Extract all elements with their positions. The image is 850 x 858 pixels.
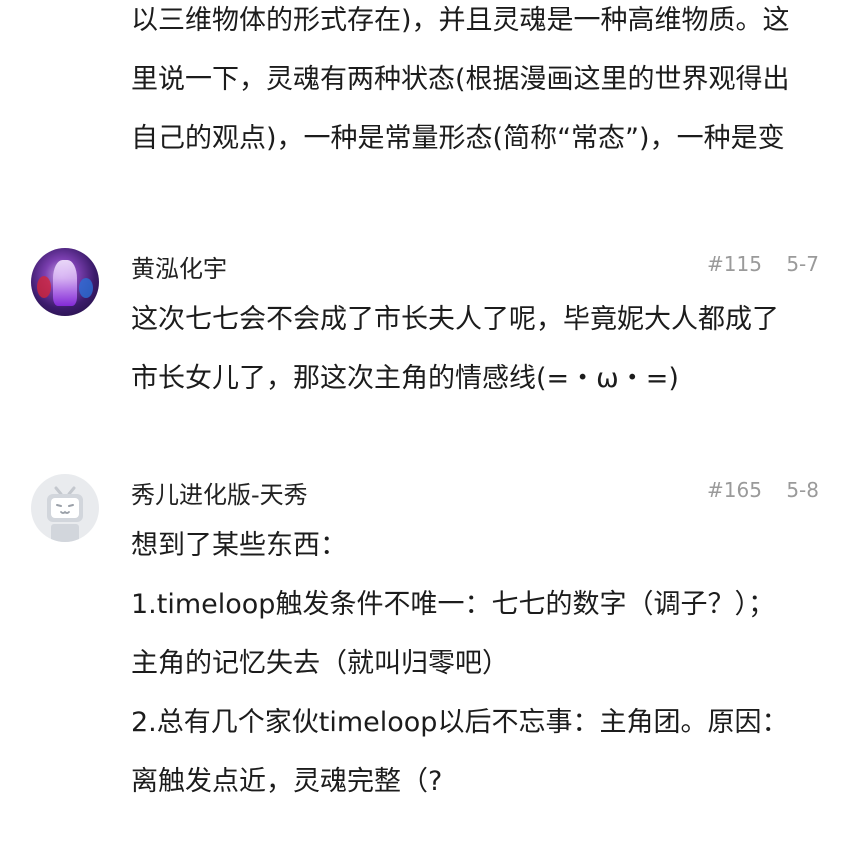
comment-line: 2.总有几个家伙timeloop以后不忘事：主角团。原因： <box>131 707 789 738</box>
avatar-art-red <box>37 276 51 298</box>
floor-number: #115 <box>707 252 762 276</box>
comment-date: 5-8 <box>786 478 819 502</box>
avatar-art-blue <box>79 278 93 298</box>
comment-line: 1.timeloop触发条件不唯一：七七的数字（调子？）； <box>131 589 775 620</box>
post-line: 里说一下，灵魂有两种状态(根据漫画这里的世界观得出 <box>131 64 790 95</box>
avatar[interactable] <box>31 248 99 316</box>
comment-line: 这次七七会不会成了市长夫人了呢，毕竟妮大人都成了 <box>131 304 779 335</box>
bilibili-tv-icon <box>47 486 83 542</box>
comment-line: 市长女儿了，那这次主角的情感线(=・ω・=) <box>131 363 679 394</box>
comment-line: 想到了某些东西： <box>131 530 347 561</box>
post-line: 以三维物体的形式存在)，并且灵魂是一种高维物质。这 <box>131 5 790 36</box>
post-line: 自己的观点)，一种是常量形态(简称“常态”)，一种是变 <box>131 123 785 154</box>
comment-body: 这次七七会不会成了市长夫人了呢，毕竟妮大人都成了 市长女儿了，那这次主角的情感线… <box>131 290 831 408</box>
floor-number: #165 <box>707 478 762 502</box>
previous-post-text: 以三维物体的形式存在)，并且灵魂是一种高维物质。这 里说一下，灵魂有两种状态(根… <box>131 0 831 168</box>
comment-line: 离触发点近，灵魂完整（? <box>131 766 443 797</box>
comment-meta: #165 5-8 <box>707 478 819 502</box>
comment-line: 主角的记忆失去（就叫归零吧） <box>131 648 509 679</box>
username[interactable]: 黄泓化宇 <box>131 249 227 284</box>
avatar[interactable] <box>31 474 99 542</box>
comment-body: 想到了某些东西： 1.timeloop触发条件不唯一：七七的数字（调子？）； 主… <box>131 516 831 811</box>
comment-date: 5-7 <box>786 252 819 276</box>
username[interactable]: 秀儿进化版-天秀 <box>131 475 308 510</box>
avatar-art-figure <box>53 260 77 306</box>
comment-meta: #115 5-7 <box>707 252 819 276</box>
